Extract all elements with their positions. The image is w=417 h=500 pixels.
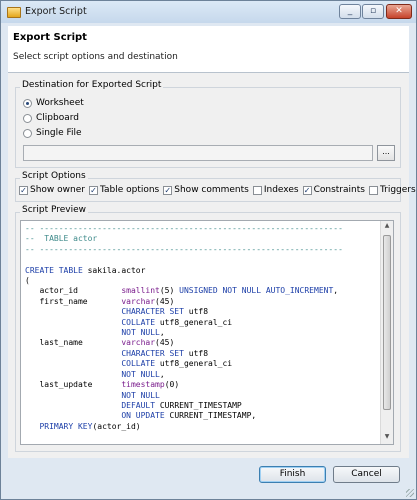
- code-line: last_update timestamp(0): [25, 380, 180, 390]
- maximize-button[interactable]: ▫: [362, 4, 384, 19]
- code-line: CREATE TABLE sakila.actor: [25, 265, 146, 275]
- code-line: ON UPDATE CURRENT_TIMESTAMP,: [121, 411, 257, 421]
- code-line: CHARACTER SET utf8: [121, 307, 209, 317]
- radio-clipboard-indicator[interactable]: [23, 113, 32, 123]
- dialog-header: Export Script Select script options and …: [8, 26, 409, 73]
- code-line: COLLATE utf8_general_ci: [121, 317, 233, 327]
- checkbox-show-comments[interactable]: ✓: [163, 185, 173, 195]
- code-line: -- -------------------------------------…: [25, 224, 343, 233]
- file-path-input[interactable]: [23, 145, 373, 161]
- script-preview-code: -- -------------------------------------…: [25, 224, 343, 432]
- checkbox-indexes[interactable]: [252, 185, 262, 195]
- code-line: -- TABLE actor: [25, 234, 98, 244]
- maximize-icon: ▫: [369, 6, 377, 16]
- folder-icon: [7, 7, 21, 18]
- radio-worksheet-label: Worksheet: [36, 98, 84, 108]
- code-line: NOT NULL: [121, 390, 160, 400]
- finish-button[interactable]: Finish: [259, 466, 326, 483]
- radio-single-file-indicator[interactable]: [23, 128, 32, 138]
- checkbox-label-indexes: Indexes: [263, 185, 299, 195]
- scroll-up-icon[interactable]: ▲: [382, 222, 392, 232]
- checkbox-label-show-comments: Show comments: [174, 185, 249, 195]
- checkbox-label-constraints: Constraints: [313, 185, 365, 195]
- code-line: -- -------------------------------------…: [25, 244, 343, 254]
- checkbox-show-owner[interactable]: ✓: [19, 185, 28, 195]
- option-show-comments[interactable]: ✓ Show comments: [163, 185, 249, 195]
- resize-grip[interactable]: [406, 489, 414, 497]
- code-line: NOT NULL,: [121, 328, 165, 338]
- cancel-button[interactable]: Cancel: [333, 466, 400, 483]
- option-indexes[interactable]: Indexes: [252, 185, 299, 195]
- checkbox-table-options[interactable]: ✓: [88, 185, 98, 195]
- checkbox-label-table-options: Table options: [99, 185, 160, 195]
- export-script-dialog: Export Script _ ▫ ✕ Export Script Select…: [0, 0, 417, 500]
- radio-single-file[interactable]: Single File: [23, 127, 82, 139]
- code-line: DEFAULT CURRENT_TIMESTAMP: [121, 400, 242, 410]
- code-line: PRIMARY KEY(actor_id): [39, 421, 141, 431]
- title-bar[interactable]: Export Script _ ▫ ✕: [1, 1, 416, 23]
- option-table-options[interactable]: ✓ Table options: [88, 185, 160, 195]
- close-button[interactable]: ✕: [386, 4, 412, 19]
- browse-button[interactable]: ...: [377, 145, 395, 161]
- option-triggers[interactable]: Triggers: [368, 185, 416, 195]
- scrollbar-thumb[interactable]: [383, 235, 391, 410]
- header-subtitle: Select script options and destination: [13, 52, 178, 62]
- window-title: Export Script: [25, 6, 87, 17]
- checkbox-label-triggers: Triggers: [379, 185, 416, 195]
- radio-worksheet-indicator[interactable]: [23, 98, 32, 108]
- scroll-down-icon[interactable]: ▼: [382, 433, 392, 443]
- code-line: CHARACTER SET utf8: [121, 348, 209, 358]
- minimize-button[interactable]: _: [339, 4, 361, 19]
- header-title: Export Script: [13, 32, 87, 43]
- checkbox-constraints[interactable]: ✓: [302, 185, 312, 195]
- script-options-row: ✓ Show owner ✓ Table options ✓ Show comments I…: [19, 184, 417, 196]
- code-line: NOT NULL,: [121, 369, 165, 379]
- code-line: actor_id smallint(5) UNSIGNED NOT NULL A…: [25, 286, 339, 296]
- option-show-owner[interactable]: ✓ Show owner: [19, 185, 85, 195]
- option-constraints[interactable]: ✓ Constraints: [302, 185, 365, 195]
- script-preview-text[interactable]: -- -------------------------------------…: [20, 220, 394, 445]
- checkbox-triggers[interactable]: [368, 185, 378, 195]
- script-preview-group-label: Script Preview: [20, 205, 88, 215]
- radio-worksheet[interactable]: Worksheet: [23, 97, 84, 109]
- radio-clipboard-label: Clipboard: [36, 113, 79, 123]
- code-line: first_name varchar(45): [25, 296, 175, 306]
- preview-scrollbar[interactable]: ▲ ▼: [380, 221, 393, 444]
- radio-single-file-label: Single File: [36, 128, 82, 138]
- destination-group-label: Destination for Exported Script: [20, 80, 164, 90]
- code-line: last_name varchar(45): [25, 338, 175, 348]
- checkbox-label-show-owner: Show owner: [30, 185, 85, 195]
- close-icon: ✕: [395, 6, 403, 16]
- script-options-group-label: Script Options: [20, 171, 88, 181]
- code-line: (: [25, 276, 30, 286]
- code-line: COLLATE utf8_general_ci: [121, 359, 233, 369]
- minimize-icon: _: [347, 6, 353, 16]
- radio-clipboard[interactable]: Clipboard: [23, 112, 79, 124]
